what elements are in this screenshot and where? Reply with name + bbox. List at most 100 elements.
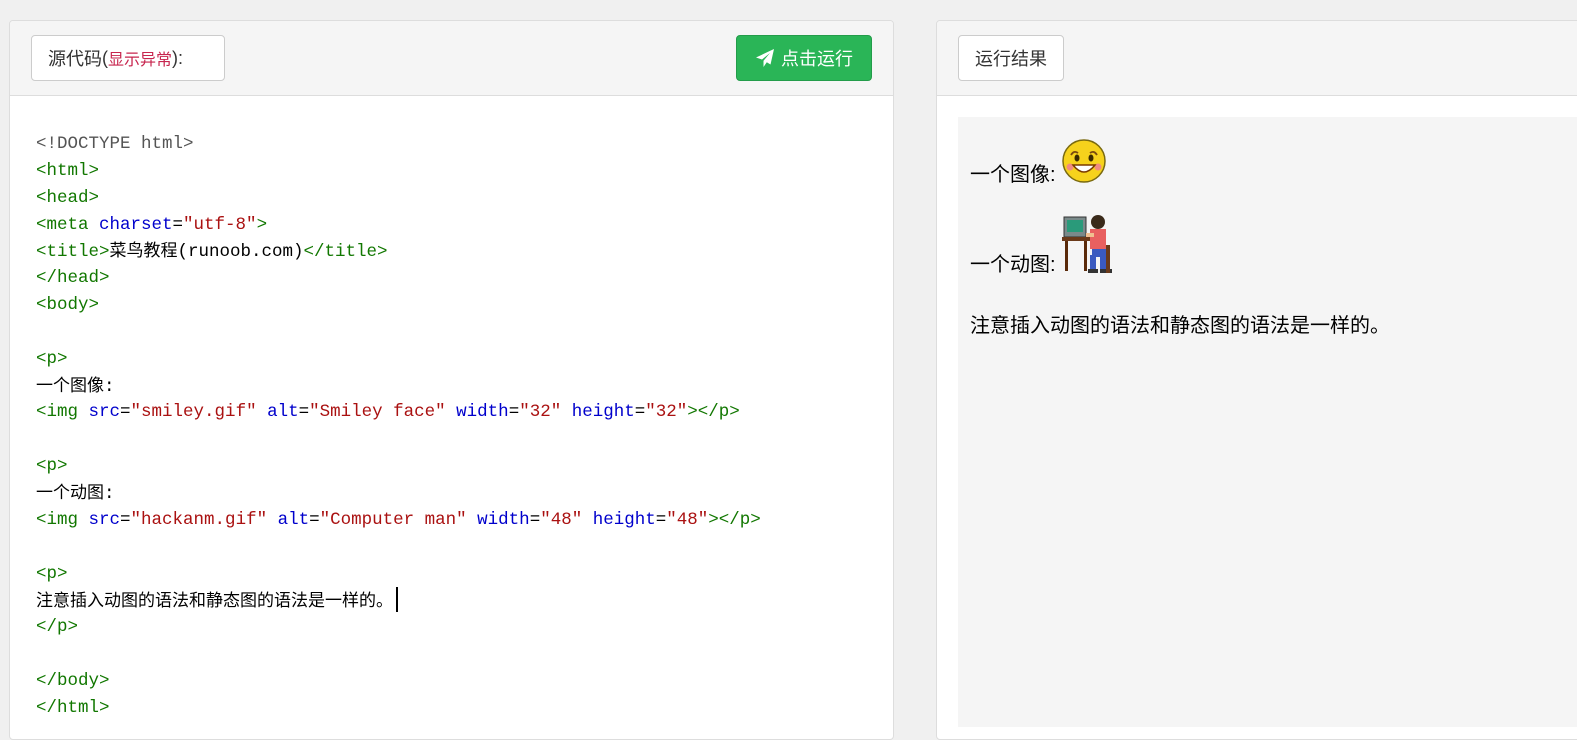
result-paragraph-image: 一个图像: bbox=[970, 137, 1108, 191]
code-line: <meta charset="utf-8"> bbox=[36, 212, 893, 239]
code-line: <!DOCTYPE html> bbox=[36, 131, 893, 158]
code-token: = bbox=[172, 214, 184, 235]
code-token: </html> bbox=[36, 697, 110, 718]
paper-plane-icon bbox=[755, 48, 775, 68]
source-panel-header: 源代码 (显示异常): 点击运行 bbox=[10, 21, 893, 96]
code-token: : bbox=[104, 376, 115, 397]
code-token: </title> bbox=[303, 242, 388, 263]
result-panel: 运行结果 一个图像: 一个动图: 注意插入动图的语法和静态图的语法是一样的。 bbox=[936, 20, 1577, 740]
run-button[interactable]: 点击运行 bbox=[736, 35, 872, 81]
source-code-panel: 源代码 (显示异常): 点击运行 <!DOCTYPE html> <html> <h… bbox=[9, 20, 894, 740]
code-token: <meta bbox=[36, 214, 100, 235]
code-token: = bbox=[529, 509, 541, 530]
code-token: height bbox=[571, 402, 635, 423]
code-token: </head> bbox=[36, 268, 110, 289]
code-token: = bbox=[120, 402, 131, 423]
code-line: <title>菜鸟教程(runoob.com)</title> bbox=[36, 238, 893, 265]
code-token: <head> bbox=[36, 187, 100, 208]
code-token: 一个图像 bbox=[36, 375, 104, 396]
code-token: <!DOCTYPE html> bbox=[36, 134, 194, 154]
code-token: charset bbox=[99, 214, 173, 235]
code-token: = bbox=[120, 509, 131, 530]
code-editor[interactable]: <!DOCTYPE html> <html> <head> <meta charset… bbox=[10, 117, 893, 722]
code-line: </head> bbox=[36, 265, 893, 292]
code-token: = bbox=[298, 402, 310, 423]
code-line: <html> bbox=[36, 158, 893, 185]
code-token: "48" bbox=[540, 509, 583, 530]
result-paragraph-note: 注意插入动图的语法和静态图的语法是一样的。 bbox=[970, 309, 1390, 338]
result-text-image: 一个图像: bbox=[970, 164, 1056, 186]
code-token: "hackanm.gif" bbox=[130, 509, 268, 530]
code-line: 一个图像: bbox=[36, 373, 893, 400]
code-line: <body> bbox=[36, 292, 893, 319]
run-button-label: 点击运行 bbox=[781, 49, 853, 69]
code-token: "Smiley face" bbox=[309, 402, 446, 423]
code-token: "Computer man" bbox=[319, 509, 467, 530]
code-token: </p> bbox=[36, 617, 79, 638]
code-line: 注意插入动图的语法和静态图的语法是一样的。 bbox=[36, 587, 893, 614]
code-token: = bbox=[309, 509, 320, 530]
code-token: width bbox=[477, 509, 530, 530]
source-code-title: 源代码 bbox=[48, 49, 102, 69]
source-title-close: ): bbox=[172, 47, 184, 68]
smiley-face-icon bbox=[1060, 137, 1108, 191]
code-token: : bbox=[104, 483, 115, 504]
code-token: "smiley.gif" bbox=[130, 402, 257, 423]
code-token: = bbox=[655, 509, 667, 530]
code-line: <img src="smiley.gif" alt="Smiley face" … bbox=[36, 399, 893, 426]
code-token: src bbox=[88, 402, 121, 423]
code-token: src bbox=[88, 509, 121, 530]
result-text-animation: 一个动图: bbox=[970, 254, 1056, 276]
code-token: <body> bbox=[36, 295, 100, 316]
code-line: <p> bbox=[36, 561, 893, 588]
code-line: </html> bbox=[36, 695, 893, 722]
result-title: 运行结果 bbox=[975, 49, 1047, 69]
code-token: 注意插入动图的语法和静态图的语法是一样的。 bbox=[36, 591, 393, 612]
code-line: 一个动图: bbox=[36, 480, 893, 507]
code-token: <p> bbox=[36, 563, 68, 584]
code-token: "32" bbox=[645, 402, 688, 423]
code-token: </body> bbox=[36, 670, 110, 691]
source-code-label: 源代码 (显示异常): bbox=[31, 35, 225, 81]
code-line: <img src="hackanm.gif" alt="Computer man… bbox=[36, 507, 893, 534]
code-token: "48" bbox=[666, 509, 709, 530]
code-token: (runoob.com) bbox=[177, 242, 304, 263]
code-token: 菜鸟教程 bbox=[109, 241, 178, 262]
code-token: <p> bbox=[36, 456, 68, 477]
code-token: height bbox=[592, 509, 656, 530]
code-token: ></p> bbox=[687, 402, 740, 423]
code-token: alt bbox=[267, 402, 299, 423]
result-label: 运行结果 bbox=[958, 35, 1064, 81]
result-paragraph-animation: 一个动图: bbox=[970, 211, 1124, 281]
result-text-note: 注意插入动图的语法和静态图的语法是一样的。 bbox=[970, 315, 1390, 337]
code-token: <title> bbox=[36, 242, 110, 263]
code-token: <img bbox=[36, 509, 89, 530]
code-line: </body> bbox=[36, 668, 893, 695]
code-token: ></p> bbox=[708, 509, 761, 530]
computer-man-icon bbox=[1060, 211, 1124, 281]
code-token: "32" bbox=[519, 402, 562, 423]
code-token: = bbox=[508, 402, 520, 423]
show-anomaly-link[interactable]: 显示异常 bbox=[108, 46, 172, 70]
code-line: <head> bbox=[36, 185, 893, 212]
code-token: alt bbox=[277, 509, 310, 530]
code-token: = bbox=[634, 402, 646, 423]
code-line: <p> bbox=[36, 346, 893, 373]
code-line: </p> bbox=[36, 614, 893, 641]
code-token: <html> bbox=[36, 160, 100, 181]
code-token: <p> bbox=[36, 348, 68, 369]
code-line: <p> bbox=[36, 453, 893, 480]
code-token: <img bbox=[36, 402, 89, 423]
text-caret bbox=[396, 587, 398, 613]
code-token: width bbox=[456, 402, 509, 423]
